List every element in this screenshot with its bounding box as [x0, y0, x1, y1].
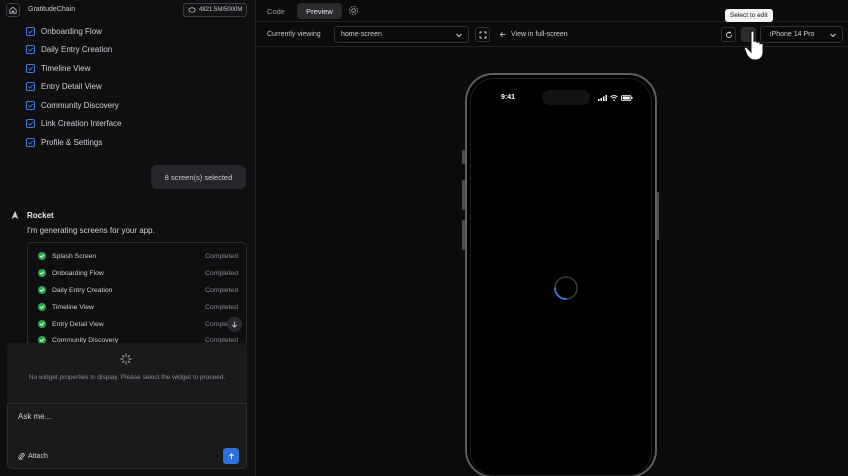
gear-icon[interactable] [348, 5, 359, 16]
send-button[interactable] [223, 448, 239, 464]
status-bar-time: 9:41 [501, 94, 516, 101]
token-icon [188, 7, 196, 13]
screen-item-label: Entry Detail View [41, 82, 102, 92]
check-circle-icon [38, 303, 46, 311]
progress-row: Entry Detail View Completed [38, 318, 238, 330]
screen-checklist: Onboarding Flow Daily Entry Creation Tim… [26, 22, 122, 152]
checkbox-checked-icon[interactable] [26, 100, 35, 110]
view-fullscreen-label: View in full-screen [511, 31, 568, 38]
screen-item-label: Community Discovery [41, 100, 119, 110]
checkbox-checked-icon[interactable] [26, 45, 35, 55]
check-circle-icon [38, 286, 46, 294]
chat-panel: GratitudeChain 4821.5M/5000M Onboarding … [0, 0, 256, 476]
assistant-header: Rocket [10, 210, 54, 220]
screen-item[interactable]: Onboarding Flow [26, 22, 122, 41]
screen-item-label: Profile & Settings [41, 137, 103, 147]
screen-item[interactable]: Entry Detail View [26, 78, 122, 97]
wifi-icon [610, 95, 618, 101]
preview-panel: Code Preview Currently viewing home-scre… [257, 0, 848, 476]
chevron-down-icon [830, 33, 836, 38]
progress-row: Splash Screen Completed [38, 250, 238, 262]
screen-item-label: Daily Entry Creation [41, 45, 113, 55]
progress-screen-name: Onboarding Flow [52, 269, 104, 277]
attach-label: Attach [28, 452, 48, 460]
credits-badge[interactable]: 4821.5M/5000M [183, 3, 248, 17]
status-bar-icons [598, 95, 633, 101]
screen-item[interactable]: Profile & Settings [26, 133, 122, 152]
hand-cursor-icon [743, 30, 764, 61]
screen-item[interactable]: Link Creation Interface [26, 115, 122, 134]
currently-viewing-label: Currently viewing [267, 31, 321, 38]
progress-row: Timeline View Completed [38, 301, 238, 313]
check-circle-icon [38, 252, 46, 260]
assistant-name: Rocket [27, 210, 54, 220]
chat-composer: Attach [7, 403, 247, 469]
progress-status: Completed [205, 286, 238, 294]
refresh-button[interactable] [721, 27, 736, 42]
checkbox-checked-icon[interactable] [26, 26, 35, 36]
screen-item[interactable]: Daily Entry Creation [26, 41, 122, 60]
rocket-icon [11, 211, 19, 219]
checkbox-checked-icon[interactable] [26, 137, 35, 147]
signal-icon [598, 95, 607, 101]
device-select[interactable]: iPhone 14 Pro [760, 26, 843, 43]
selected-screens-message: 8 screen(s) selected [151, 165, 246, 189]
progress-screen-name: Daily Entry Creation [52, 286, 113, 294]
screen-item[interactable]: Community Discovery [26, 96, 122, 115]
checkbox-checked-icon[interactable] [26, 82, 35, 92]
progress-row: Onboarding Flow Completed [38, 267, 238, 279]
battery-icon [621, 95, 633, 101]
progress-status: Completed [205, 252, 238, 260]
tab-code[interactable]: Code [261, 3, 291, 19]
screen-select-value: home-screen [341, 31, 382, 38]
refresh-icon [725, 30, 732, 38]
arrow-left-icon [499, 32, 506, 37]
check-circle-icon [38, 320, 46, 328]
device-screen[interactable]: 9:41 [470, 78, 652, 476]
credits-value: 4821.5M/5000M [199, 7, 243, 13]
generation-progress-list: Splash Screen Completed Onboarding Flow … [27, 242, 247, 346]
left-topbar: GratitudeChain 4821.5M/5000M [0, 0, 256, 20]
screen-item-label: Link Creation Interface [41, 119, 122, 129]
progress-screen-name: Timeline View [52, 303, 94, 311]
screen-select[interactable]: home-screen [334, 26, 469, 43]
progress-status: Completed [205, 269, 238, 277]
app-title: GratitudeChain [28, 6, 76, 13]
view-fullscreen-link[interactable]: View in full-screen [499, 31, 568, 38]
widget-properties-panel: No widget properties to display. Please … [7, 343, 247, 403]
progress-row: Daily Entry Creation Completed [38, 284, 238, 296]
fullscreen-toggle-button[interactable] [475, 27, 490, 42]
attach-button[interactable]: Attach [18, 452, 48, 460]
progress-status: Completed [205, 303, 238, 311]
screen-item[interactable]: Timeline View [26, 59, 122, 78]
device-select-value: iPhone 14 Pro [770, 31, 815, 38]
checkbox-checked-icon[interactable] [26, 119, 35, 129]
progress-screen-name: Entry Detail View [52, 320, 104, 328]
home-button[interactable] [6, 3, 20, 17]
ask-input[interactable] [18, 412, 228, 421]
loading-spinner-icon [120, 353, 132, 365]
arrow-down-icon [232, 321, 237, 328]
screen-item-label: Timeline View [41, 63, 91, 73]
arrow-up-icon [228, 452, 234, 459]
select-to-edit-tooltip: Select to edit [725, 9, 773, 22]
check-circle-icon [38, 269, 46, 277]
paperclip-icon [18, 452, 25, 460]
dynamic-island [542, 90, 590, 105]
home-icon [9, 6, 17, 14]
tab-preview[interactable]: Preview [297, 3, 342, 19]
progress-screen-name: Splash Screen [52, 252, 97, 260]
device-frame: 9:41 [465, 73, 657, 476]
assistant-message: I'm generating screens for your app. [27, 226, 155, 235]
widget-empty-message: No widget properties to display. Please … [28, 374, 226, 381]
screen-item-label: Onboarding Flow [41, 26, 102, 36]
checkbox-checked-icon[interactable] [26, 63, 35, 73]
loading-spinner-icon [554, 276, 578, 300]
scroll-down-button[interactable] [227, 317, 242, 332]
chevron-down-icon [456, 33, 462, 38]
expand-icon [479, 31, 486, 38]
